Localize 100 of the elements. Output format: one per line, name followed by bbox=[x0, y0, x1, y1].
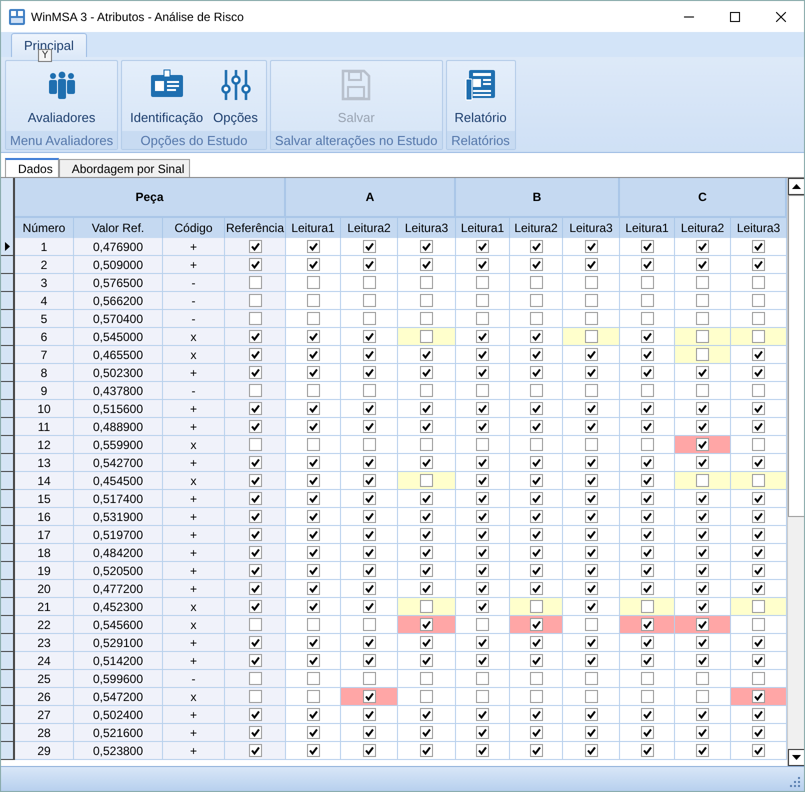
checkbox[interactable] bbox=[476, 546, 489, 559]
checkbox[interactable] bbox=[584, 294, 598, 307]
checkbox[interactable] bbox=[640, 294, 654, 307]
column-header[interactable]: Leitura1 bbox=[456, 218, 510, 238]
checkbox[interactable] bbox=[420, 294, 433, 307]
row-selector[interactable] bbox=[1, 238, 15, 256]
checkbox[interactable] bbox=[696, 348, 709, 361]
checkbox[interactable] bbox=[306, 474, 320, 487]
checkbox[interactable] bbox=[696, 744, 709, 757]
checkbox[interactable] bbox=[752, 420, 765, 433]
checkbox[interactable] bbox=[530, 258, 542, 271]
checkbox[interactable] bbox=[420, 744, 433, 757]
checkbox[interactable] bbox=[530, 294, 542, 307]
checkbox[interactable] bbox=[420, 276, 433, 289]
checkbox[interactable] bbox=[530, 546, 542, 559]
checkbox[interactable] bbox=[362, 744, 376, 757]
checkbox[interactable] bbox=[362, 276, 376, 289]
checkbox[interactable] bbox=[306, 312, 320, 325]
ribbon-button[interactable]: Identificação bbox=[126, 65, 208, 131]
checkbox[interactable] bbox=[306, 672, 320, 685]
checkbox[interactable] bbox=[476, 726, 489, 739]
checkbox[interactable] bbox=[584, 402, 598, 415]
checkbox[interactable] bbox=[530, 456, 542, 469]
checkbox[interactable] bbox=[476, 672, 489, 685]
checkbox[interactable] bbox=[362, 258, 376, 271]
checkbox[interactable] bbox=[248, 420, 262, 433]
checkbox[interactable] bbox=[476, 708, 489, 721]
checkbox[interactable] bbox=[306, 654, 320, 667]
checkbox[interactable] bbox=[420, 402, 433, 415]
checkbox[interactable] bbox=[640, 654, 654, 667]
checkbox[interactable] bbox=[752, 348, 765, 361]
checkbox[interactable] bbox=[752, 384, 765, 397]
row-selector[interactable] bbox=[1, 310, 15, 328]
checkbox[interactable] bbox=[584, 690, 598, 703]
checkbox[interactable] bbox=[420, 384, 433, 397]
column-header[interactable]: Leitura3 bbox=[731, 218, 787, 238]
checkbox[interactable] bbox=[476, 510, 489, 523]
checkbox[interactable] bbox=[476, 492, 489, 505]
row-selector[interactable] bbox=[1, 526, 15, 544]
checkbox[interactable] bbox=[752, 690, 765, 703]
checkbox[interactable] bbox=[640, 438, 654, 451]
checkbox[interactable] bbox=[752, 258, 765, 271]
checkbox[interactable] bbox=[362, 690, 376, 703]
sheet-tab[interactable]: Dados bbox=[5, 158, 59, 177]
checkbox[interactable] bbox=[530, 618, 542, 631]
checkbox[interactable] bbox=[420, 438, 433, 451]
checkbox[interactable] bbox=[306, 582, 320, 595]
checkbox[interactable] bbox=[362, 726, 376, 739]
checkbox[interactable] bbox=[752, 276, 765, 289]
checkbox[interactable] bbox=[640, 546, 654, 559]
checkbox[interactable] bbox=[420, 258, 433, 271]
checkbox[interactable] bbox=[476, 528, 489, 541]
checkbox[interactable] bbox=[420, 672, 433, 685]
checkbox[interactable] bbox=[248, 276, 262, 289]
checkbox[interactable] bbox=[530, 564, 542, 577]
checkbox[interactable] bbox=[530, 744, 542, 757]
row-selector[interactable] bbox=[1, 616, 15, 634]
row-selector[interactable] bbox=[1, 490, 15, 508]
row-selector[interactable] bbox=[1, 328, 15, 346]
checkbox[interactable] bbox=[584, 726, 598, 739]
checkbox[interactable] bbox=[476, 276, 489, 289]
column-header[interactable]: Leitura3 bbox=[398, 218, 456, 238]
checkbox[interactable] bbox=[696, 294, 709, 307]
checkbox[interactable] bbox=[640, 564, 654, 577]
checkbox[interactable] bbox=[476, 438, 489, 451]
checkbox[interactable] bbox=[640, 330, 654, 343]
checkbox[interactable] bbox=[476, 582, 489, 595]
checkbox[interactable] bbox=[248, 492, 262, 505]
checkbox[interactable] bbox=[476, 690, 489, 703]
checkbox[interactable] bbox=[696, 528, 709, 541]
checkbox[interactable] bbox=[530, 510, 542, 523]
checkbox[interactable] bbox=[584, 708, 598, 721]
checkbox[interactable] bbox=[248, 672, 262, 685]
row-selector[interactable] bbox=[1, 580, 15, 598]
checkbox[interactable] bbox=[362, 564, 376, 577]
checkbox[interactable] bbox=[306, 636, 320, 649]
column-header[interactable]: Leitura1 bbox=[286, 218, 341, 238]
checkbox[interactable] bbox=[696, 402, 709, 415]
checkbox[interactable] bbox=[530, 312, 542, 325]
checkbox[interactable] bbox=[640, 420, 654, 433]
row-selector[interactable] bbox=[1, 706, 15, 724]
checkbox[interactable] bbox=[248, 312, 262, 325]
checkbox[interactable] bbox=[752, 312, 765, 325]
checkbox[interactable] bbox=[584, 492, 598, 505]
checkbox[interactable] bbox=[248, 438, 262, 451]
checkbox[interactable] bbox=[420, 510, 433, 523]
checkbox[interactable] bbox=[476, 420, 489, 433]
checkbox[interactable] bbox=[248, 654, 262, 667]
checkbox[interactable] bbox=[248, 258, 262, 271]
checkbox[interactable] bbox=[530, 600, 542, 613]
checkbox[interactable] bbox=[696, 582, 709, 595]
checkbox[interactable] bbox=[752, 618, 765, 631]
sheet-tab[interactable]: Abordagem por Sinal bbox=[58, 159, 190, 177]
checkbox[interactable] bbox=[306, 420, 320, 433]
scroll-up-button[interactable] bbox=[788, 178, 804, 195]
checkbox[interactable] bbox=[530, 276, 542, 289]
checkbox[interactable] bbox=[248, 330, 262, 343]
checkbox[interactable] bbox=[584, 258, 598, 271]
checkbox[interactable] bbox=[696, 240, 709, 253]
checkbox[interactable] bbox=[420, 582, 433, 595]
